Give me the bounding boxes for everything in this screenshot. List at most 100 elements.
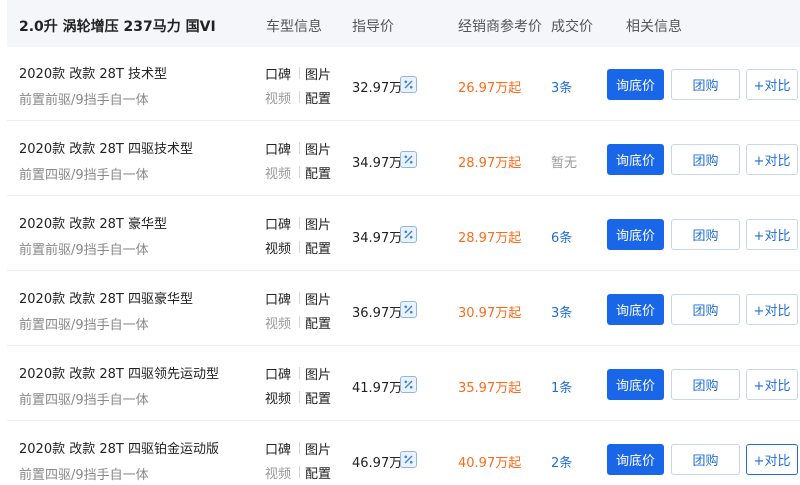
config-link[interactable]: 配置 [305,388,331,407]
config-link[interactable]: 配置 [305,463,331,482]
model-name[interactable]: 2020款 改款 28T 豪华型 [19,213,167,232]
pictures-link[interactable]: 图片 [305,214,331,233]
add-compare-button[interactable]: +对比 [746,69,798,100]
ask-price-button[interactable]: 询底价 [607,444,664,475]
model-spec: 前置四驱/9挡手自一体 [19,468,149,483]
model-spec: 前置四驱/9挡手自一体 [19,168,149,183]
config-link[interactable]: 配置 [305,238,331,257]
model-name[interactable]: 2020款 改款 28T 四驱豪华型 [19,288,193,307]
divider [299,142,300,154]
koubei-link[interactable]: 口碑 [265,439,291,458]
add-compare-button[interactable]: +对比 [746,294,798,325]
deal-count[interactable]: 2条 [551,452,572,471]
table-row: 2020款 改款 28T 四驱领先运动型 前置四驱/9挡手自一体 口碑 图片 视… [7,347,800,421]
col-header-dealer: 经销商参考价 [458,19,542,35]
dealer-price[interactable]: 28.97万起 [458,152,521,171]
divider [299,166,300,178]
calculator-icon[interactable] [400,226,417,243]
ask-price-button[interactable]: 询底价 [607,69,664,100]
ask-price-button[interactable]: 询底价 [607,144,664,175]
guide-price: 32.97万 [352,81,403,96]
video-link[interactable]: 视频 [265,163,291,182]
video-link[interactable]: 视频 [265,463,291,482]
group-buy-button[interactable]: 团购 [671,369,740,400]
dealer-price[interactable]: 30.97万起 [458,302,521,321]
calculator-icon[interactable] [400,451,417,468]
table-row: 2020款 改款 28T 豪华型 前置前驱/9挡手自一体 口碑 图片 视频 配置… [7,197,800,271]
config-link[interactable]: 配置 [305,313,331,332]
calculator-icon[interactable] [400,301,417,318]
guide-price: 36.97万 [352,306,403,321]
divider [299,466,300,478]
dealer-price[interactable]: 28.97万起 [458,227,521,246]
dealer-price[interactable]: 35.97万起 [458,377,521,396]
guide-price: 34.97万 [352,231,403,246]
koubei-link[interactable]: 口碑 [265,364,291,383]
deal-count[interactable]: 6条 [551,227,572,246]
col-header-deal: 成交价 [551,19,593,35]
guide-price: 34.97万 [352,156,403,171]
group-title: 2.0升 涡轮增压 237马力 国VI [19,19,216,35]
divider [299,292,300,304]
group-buy-button[interactable]: 团购 [671,219,740,250]
pictures-link[interactable]: 图片 [305,139,331,158]
table-row: 2020款 改款 28T 技术型 前置前驱/9挡手自一体 口碑 图片 视频 配置… [7,47,800,121]
calculator-icon[interactable] [400,151,417,168]
model-name[interactable]: 2020款 改款 28T 四驱领先运动型 [19,363,219,382]
guide-price: 46.97万 [352,456,403,471]
dealer-price[interactable]: 26.97万起 [458,77,521,96]
group-buy-button[interactable]: 团购 [671,69,740,100]
ask-price-button[interactable]: 询底价 [607,294,664,325]
divider [299,367,300,379]
koubei-link[interactable]: 口碑 [265,289,291,308]
koubei-link[interactable]: 口碑 [265,214,291,233]
group-buy-button[interactable]: 团购 [671,444,740,475]
calculator-icon[interactable] [400,76,417,93]
divider [299,391,300,403]
add-compare-button[interactable]: +对比 [746,369,798,400]
add-compare-button[interactable]: +对比 [746,144,798,175]
koubei-link[interactable]: 口碑 [265,139,291,158]
model-spec: 前置前驱/9挡手自一体 [19,93,149,108]
pictures-link[interactable]: 图片 [305,64,331,83]
video-link[interactable]: 视频 [265,313,291,332]
deal-count: 暂无 [551,156,578,171]
calculator-icon[interactable] [400,376,417,393]
dealer-price[interactable]: 40.97万起 [458,452,521,471]
divider [299,241,300,253]
guide-price: 41.97万 [352,381,403,396]
col-header-info: 车型信息 [266,19,322,35]
col-header-guide: 指导价 [352,19,394,35]
model-spec: 前置四驱/9挡手自一体 [19,393,149,408]
group-buy-button[interactable]: 团购 [671,144,740,175]
deal-count[interactable]: 3条 [551,77,572,96]
ask-price-button[interactable]: 询底价 [607,369,664,400]
table-row: 2020款 改款 28T 四驱铂金运动版 前置四驱/9挡手自一体 口碑 图片 视… [7,422,800,485]
table-row: 2020款 改款 28T 四驱豪华型 前置四驱/9挡手自一体 口碑 图片 视频 … [7,272,800,346]
pictures-link[interactable]: 图片 [305,289,331,308]
config-link[interactable]: 配置 [305,163,331,182]
video-link[interactable]: 视频 [265,388,291,407]
deal-count[interactable]: 3条 [551,302,572,321]
add-compare-button[interactable]: +对比 [746,219,798,250]
divider [299,67,300,79]
model-name[interactable]: 2020款 改款 28T 四驱技术型 [19,138,193,157]
model-spec: 前置前驱/9挡手自一体 [19,243,149,258]
deal-count[interactable]: 1条 [551,377,572,396]
divider [299,217,300,229]
pictures-link[interactable]: 图片 [305,364,331,383]
divider [299,91,300,103]
group-buy-button[interactable]: 团购 [671,294,740,325]
divider [299,316,300,328]
config-link[interactable]: 配置 [305,88,331,107]
table-row: 2020款 改款 28T 四驱技术型 前置四驱/9挡手自一体 口碑 图片 视频 … [7,122,800,196]
video-link[interactable]: 视频 [265,88,291,107]
model-name[interactable]: 2020款 改款 28T 技术型 [19,63,167,82]
ask-price-button[interactable]: 询底价 [607,219,664,250]
video-link[interactable]: 视频 [265,238,291,257]
koubei-link[interactable]: 口碑 [265,64,291,83]
table-header: 2.0升 涡轮增压 237马力 国VI 车型信息 指导价 经销商参考价 成交价 … [7,0,800,47]
pictures-link[interactable]: 图片 [305,439,331,458]
model-name[interactable]: 2020款 改款 28T 四驱铂金运动版 [19,438,219,457]
add-compare-button[interactable]: +对比 [746,444,798,475]
